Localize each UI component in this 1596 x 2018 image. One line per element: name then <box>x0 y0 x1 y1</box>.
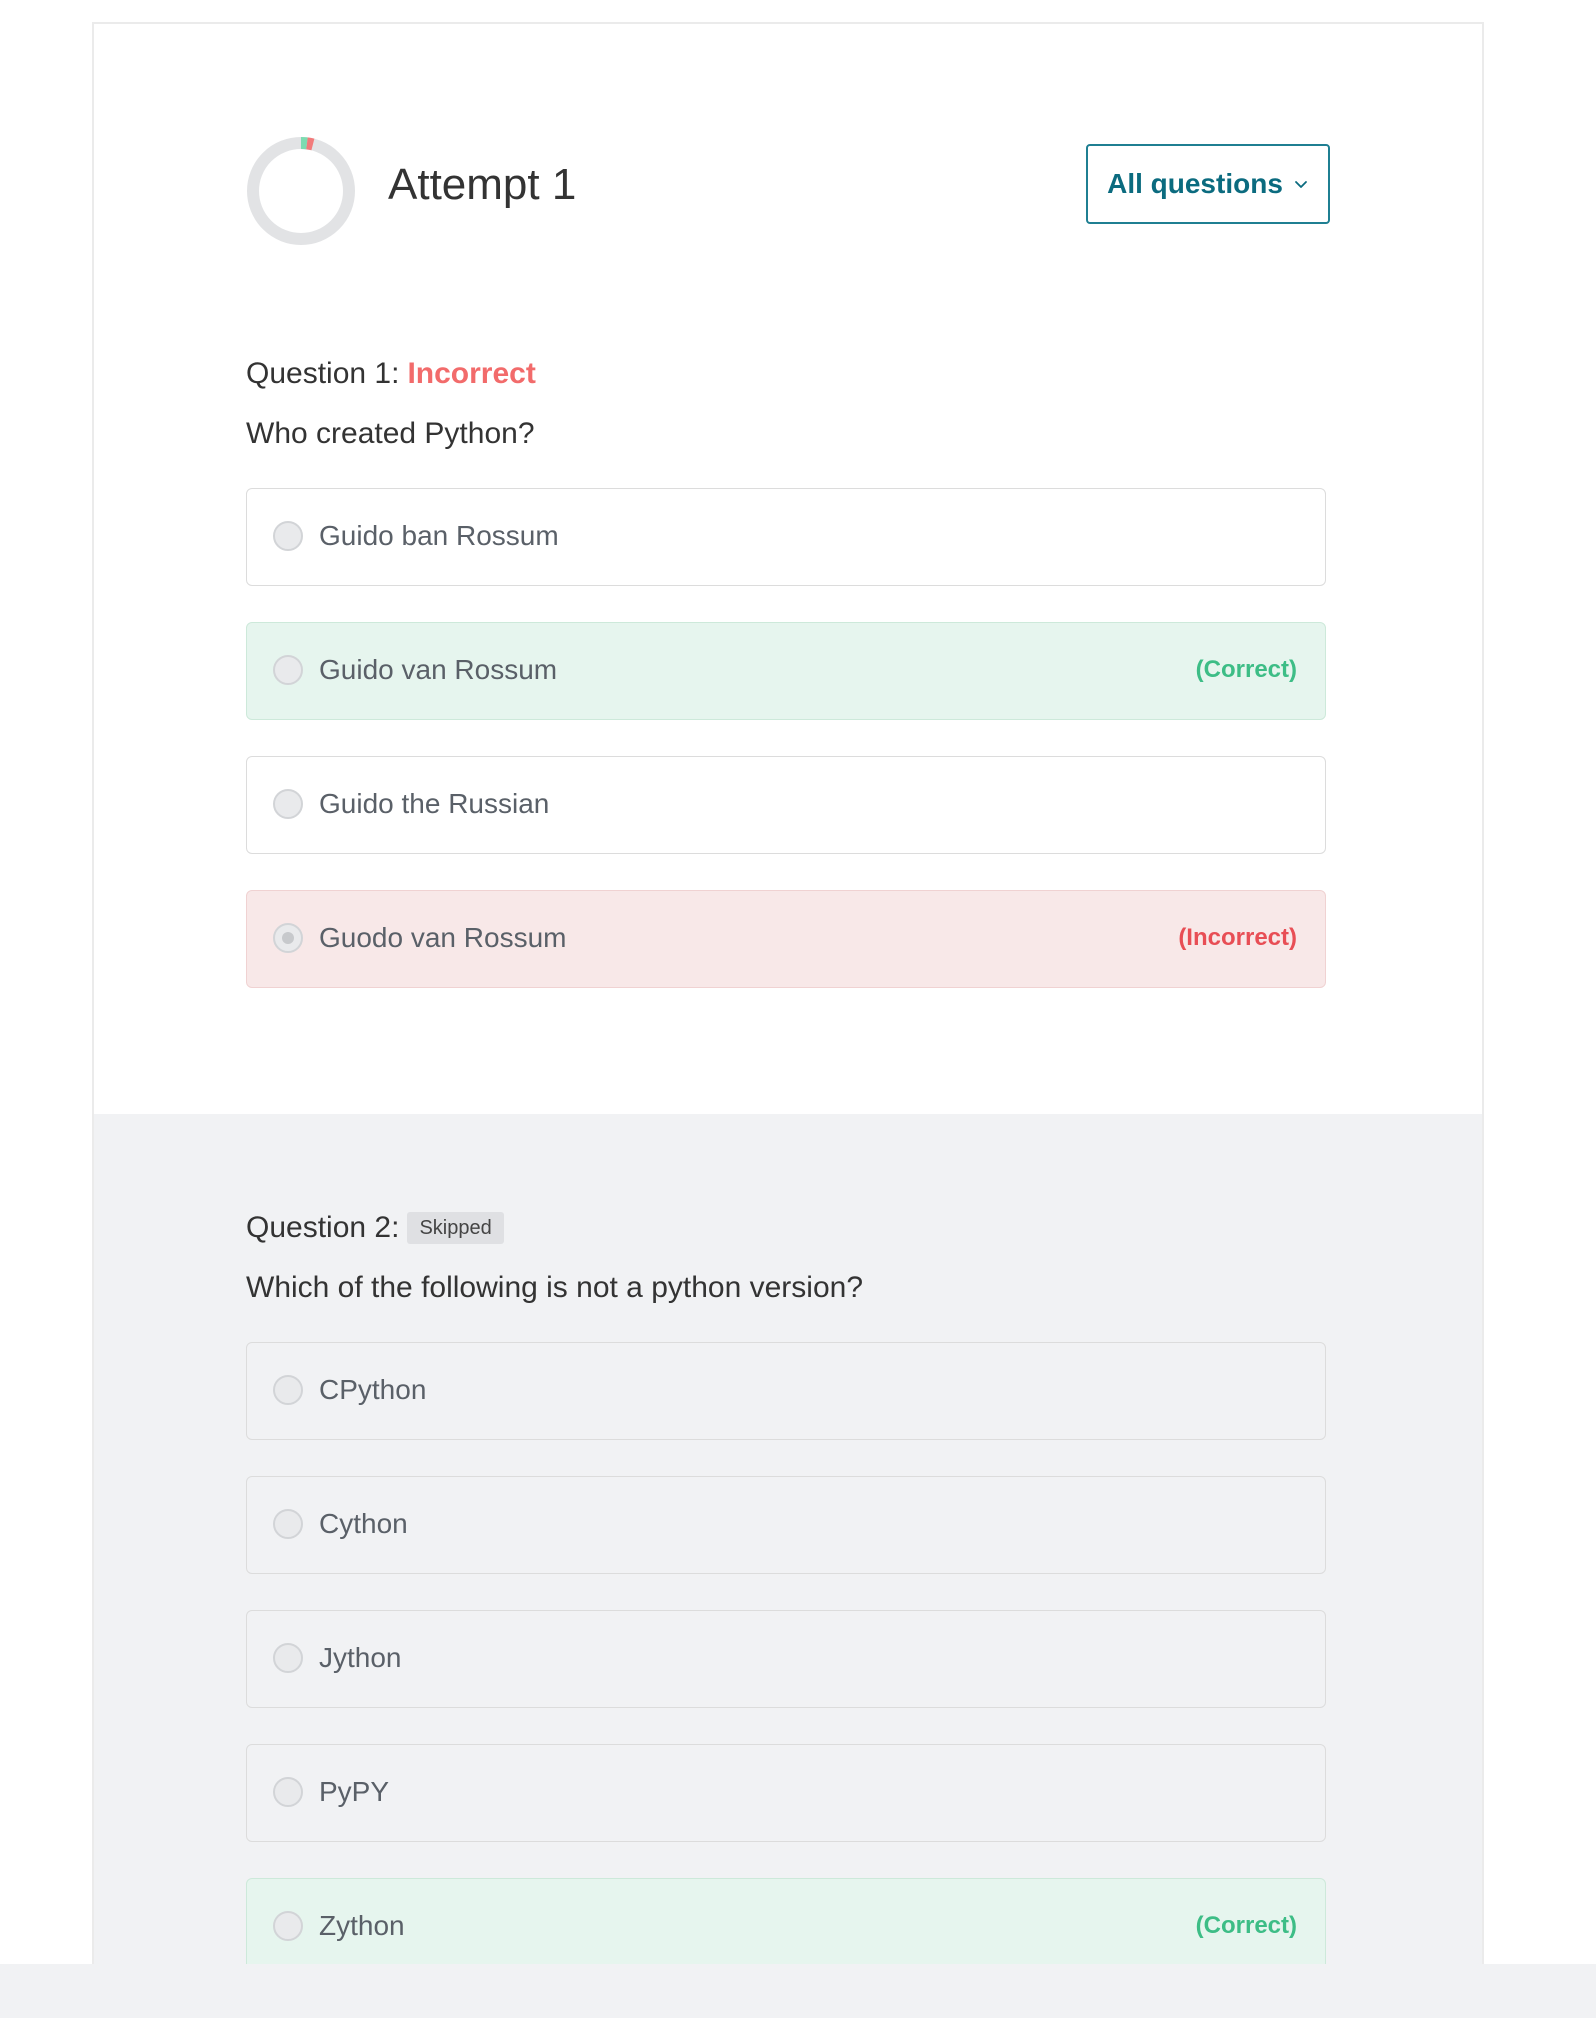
option-label: CPython <box>319 1374 427 1405</box>
option-label: PyPY <box>319 1776 390 1807</box>
radio-button-selected[interactable] <box>273 923 303 953</box>
radio-button[interactable] <box>273 1375 303 1405</box>
attempt-header: Attempt 1 All questions <box>246 136 1330 246</box>
correct-tag: (Correct) <box>1195 1912 1297 1939</box>
radio-button[interactable] <box>273 521 303 551</box>
option-label: Guido the Russian <box>319 788 550 819</box>
q1-option-4[interactable]: Guodo van Rossum (Incorrect) <box>246 890 1326 988</box>
question-1-text: Who created Python? <box>246 417 535 450</box>
question-1-heading: Question 1: Incorrect <box>246 356 536 392</box>
q2-option-1[interactable]: CPython <box>246 1342 1326 1440</box>
radio-button[interactable] <box>273 1643 303 1673</box>
question-1-section: Attempt 1 All questions Question 1: Inco… <box>94 24 1482 1114</box>
radio-button[interactable] <box>273 1911 303 1941</box>
progress-donut-icon <box>247 137 355 245</box>
radio-button[interactable] <box>273 789 303 819</box>
all-questions-dropdown[interactable]: All questions <box>1086 144 1330 224</box>
correct-tag: (Correct) <box>1195 656 1297 683</box>
option-label: Guido van Rossum <box>319 654 558 685</box>
results-card: Attempt 1 All questions Question 1: Inco… <box>92 22 1484 2018</box>
option-label: Guido ban Rossum <box>319 520 559 551</box>
q2-option-5[interactable]: Zython (Correct) <box>246 1878 1326 1976</box>
question-2-heading: Question 2: Skipped <box>246 1210 504 1246</box>
question-2-text: Which of the following is not a python v… <box>246 1271 864 1304</box>
q1-option-1[interactable]: Guido ban Rossum <box>246 488 1326 586</box>
q1-option-2[interactable]: Guido van Rossum (Correct) <box>246 622 1326 720</box>
option-label: Jython <box>319 1642 402 1673</box>
incorrect-tag: (Incorrect) <box>1178 924 1297 951</box>
page-footer-strip <box>0 1964 1596 2018</box>
option-label: Zython <box>319 1910 405 1941</box>
all-questions-label: All questions <box>1107 168 1283 199</box>
radio-button[interactable] <box>273 655 303 685</box>
question-1-status: Incorrect <box>407 357 536 390</box>
q1-option-3[interactable]: Guido the Russian <box>246 756 1326 854</box>
question-2-section: Question 2: Skipped Which of the followi… <box>94 1114 1482 2018</box>
skipped-badge: Skipped <box>407 1212 504 1244</box>
radio-button[interactable] <box>273 1509 303 1539</box>
option-label: Guodo van Rossum <box>319 922 567 953</box>
question-1-number: Question 1: <box>246 357 400 390</box>
attempt-title: Attempt 1 <box>388 160 577 209</box>
chevron-down-icon <box>1294 181 1307 188</box>
q2-option-3[interactable]: Jython <box>246 1610 1326 1708</box>
q2-option-2[interactable]: Cython <box>246 1476 1326 1574</box>
option-label: Cython <box>319 1508 408 1539</box>
q2-option-4[interactable]: PyPY <box>246 1744 1326 1842</box>
question-2-number: Question 2: <box>246 1211 400 1244</box>
radio-button[interactable] <box>273 1777 303 1807</box>
